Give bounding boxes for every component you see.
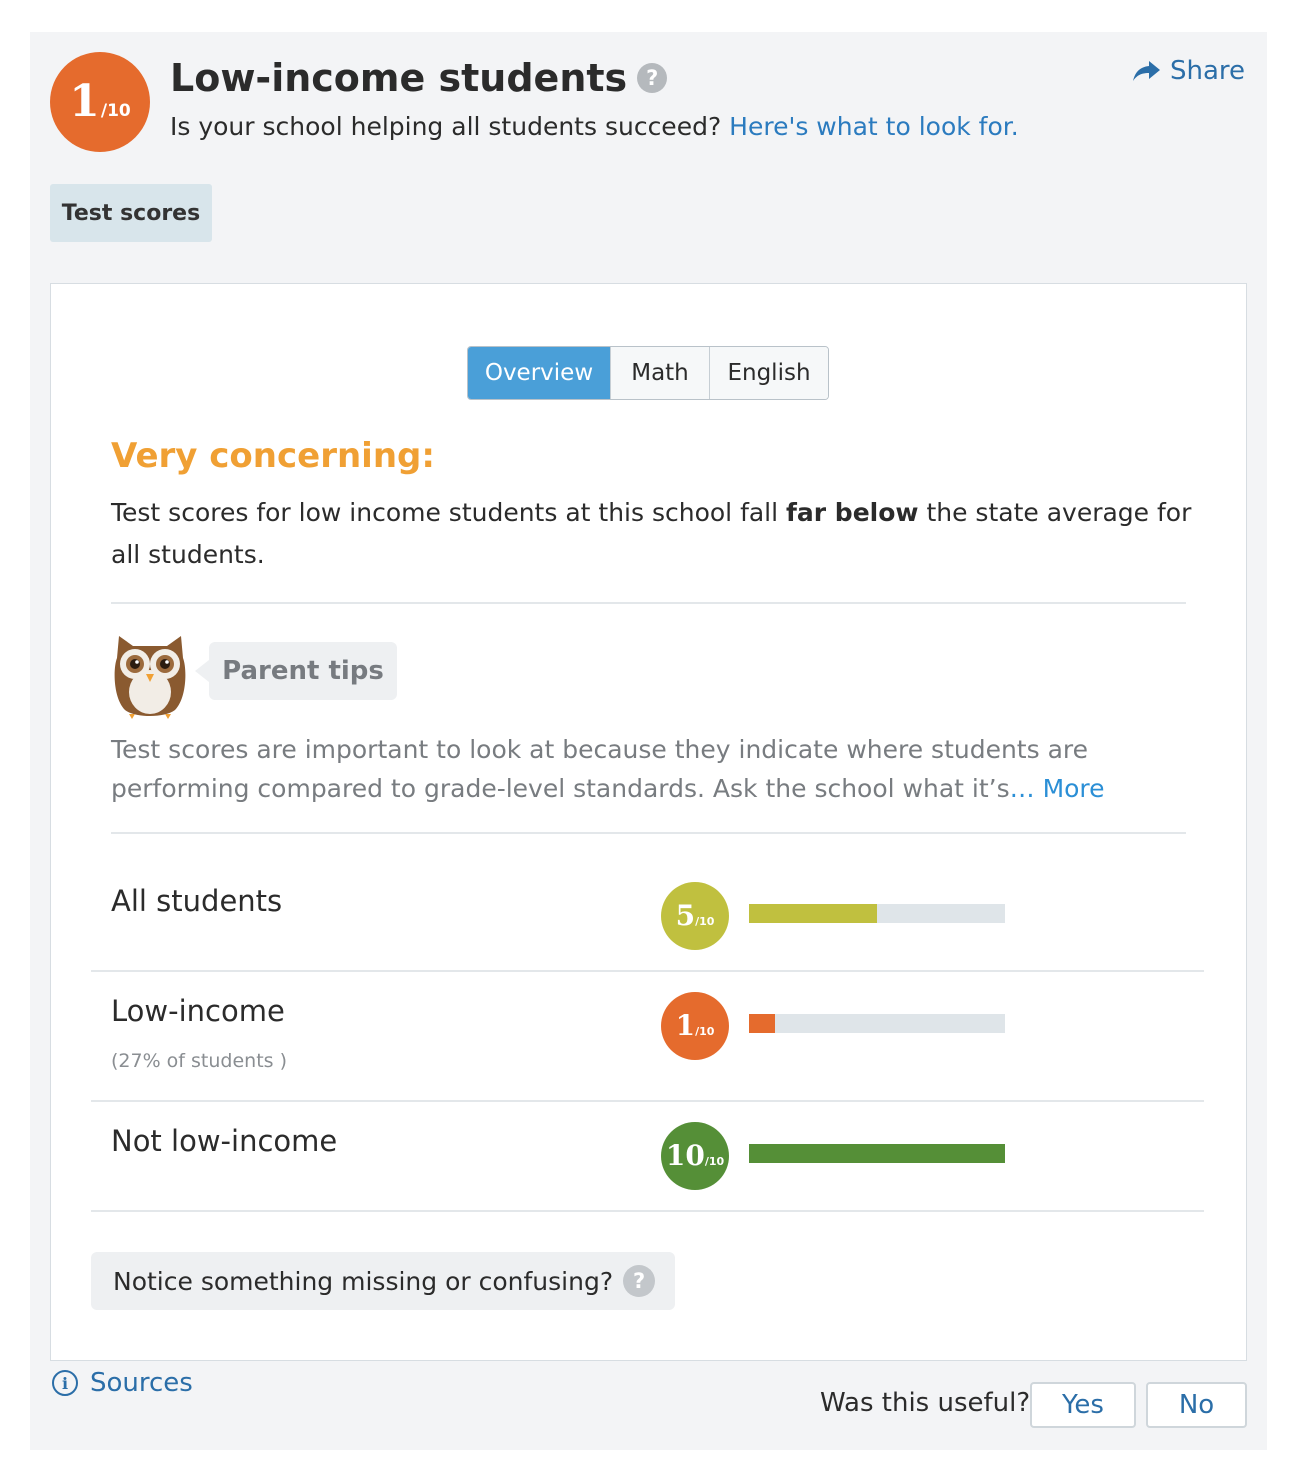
row-label-low-income: Low-income xyxy=(111,994,285,1028)
tab-overview[interactable]: Overview xyxy=(468,347,611,399)
tab-english[interactable]: English xyxy=(710,347,828,399)
summary-text-emphasis: far below xyxy=(786,498,919,527)
subject-tabs: Overview Math English xyxy=(467,346,829,400)
overall-rating-badge: 1/10 xyxy=(50,52,150,152)
overall-rating-value: 1 xyxy=(69,76,100,127)
rating-value: 1 xyxy=(675,1009,696,1042)
rating-value: 5 xyxy=(675,899,696,932)
rating-summary-text: Test scores for low income students at t… xyxy=(111,492,1196,576)
feedback-prompt: Was this useful? xyxy=(820,1388,1031,1418)
help-icon: ? xyxy=(623,1265,656,1297)
rating-bar-fill xyxy=(749,904,877,923)
rating-verdict-heading: Very concerning: xyxy=(111,436,435,476)
parent-tips-more-link[interactable]: … More xyxy=(1010,774,1105,803)
parent-tips-text: Test scores are important to look at bec… xyxy=(111,730,1171,808)
rating-bar-fill xyxy=(749,1144,1005,1163)
rating-bar-low-income xyxy=(749,1014,1005,1033)
share-label: Share xyxy=(1169,56,1245,86)
parent-tips-label: Parent tips xyxy=(195,642,397,700)
low-income-card: 1/10 Low-income students? Is your school… xyxy=(30,32,1267,1450)
rating-value: 10 xyxy=(665,1139,705,1172)
owl-icon xyxy=(114,636,186,719)
test-scores-panel: Overview Math English Very concerning: T… xyxy=(50,283,1247,1361)
divider xyxy=(91,1100,1204,1102)
row-sublabel-low-income: (27% of students ) xyxy=(111,1050,288,1072)
divider xyxy=(91,1210,1204,1212)
divider xyxy=(91,970,1204,972)
rating-scale: /10 xyxy=(704,1155,725,1168)
what-to-look-for-link[interactable]: Here's what to look for. xyxy=(729,112,1019,141)
share-arrow-icon xyxy=(1132,61,1160,81)
summary-text-start: Test scores for low income students at t… xyxy=(111,498,787,527)
card-title: Low-income students? xyxy=(170,56,668,100)
subtitle-text: Is your school helping all students succ… xyxy=(170,112,722,141)
rating-bar-not-low-income xyxy=(749,1144,1005,1163)
rating-circle-low-income: 1/10 xyxy=(661,992,729,1060)
parent-tips-body: Test scores are important to look at bec… xyxy=(111,735,1089,803)
feedback-no-button[interactable]: No xyxy=(1146,1382,1247,1428)
rating-bar-fill xyxy=(749,1014,775,1033)
divider xyxy=(111,602,1186,604)
test-scores-tag[interactable]: Test scores xyxy=(50,184,212,242)
feedback-yes-button[interactable]: Yes xyxy=(1030,1382,1136,1428)
card-title-text: Low-income students xyxy=(170,56,628,100)
row-label-all-students: All students xyxy=(111,884,283,918)
info-icon: i xyxy=(52,1370,78,1396)
tab-math[interactable]: Math xyxy=(611,347,710,399)
sources-label: Sources xyxy=(90,1368,193,1398)
overall-rating-scale: /10 xyxy=(100,101,131,121)
help-icon[interactable]: ? xyxy=(637,63,668,93)
card-subtitle: Is your school helping all students succ… xyxy=(170,112,1019,141)
rating-scale: /10 xyxy=(695,1025,715,1038)
rating-circle-not-low-income: 10/10 xyxy=(661,1122,729,1190)
sources-link[interactable]: i Sources xyxy=(52,1368,193,1398)
share-button[interactable]: Share xyxy=(1132,56,1245,86)
rating-scale: /10 xyxy=(695,915,715,928)
report-issue-label: Notice something missing or confusing? xyxy=(113,1266,614,1296)
report-issue-button[interactable]: Notice something missing or confusing?? xyxy=(91,1252,675,1310)
rating-bar-all-students xyxy=(749,904,1005,923)
rating-circle-all-students: 5/10 xyxy=(661,882,729,950)
row-label-not-low-income: Not low-income xyxy=(111,1124,338,1158)
divider xyxy=(111,832,1186,834)
